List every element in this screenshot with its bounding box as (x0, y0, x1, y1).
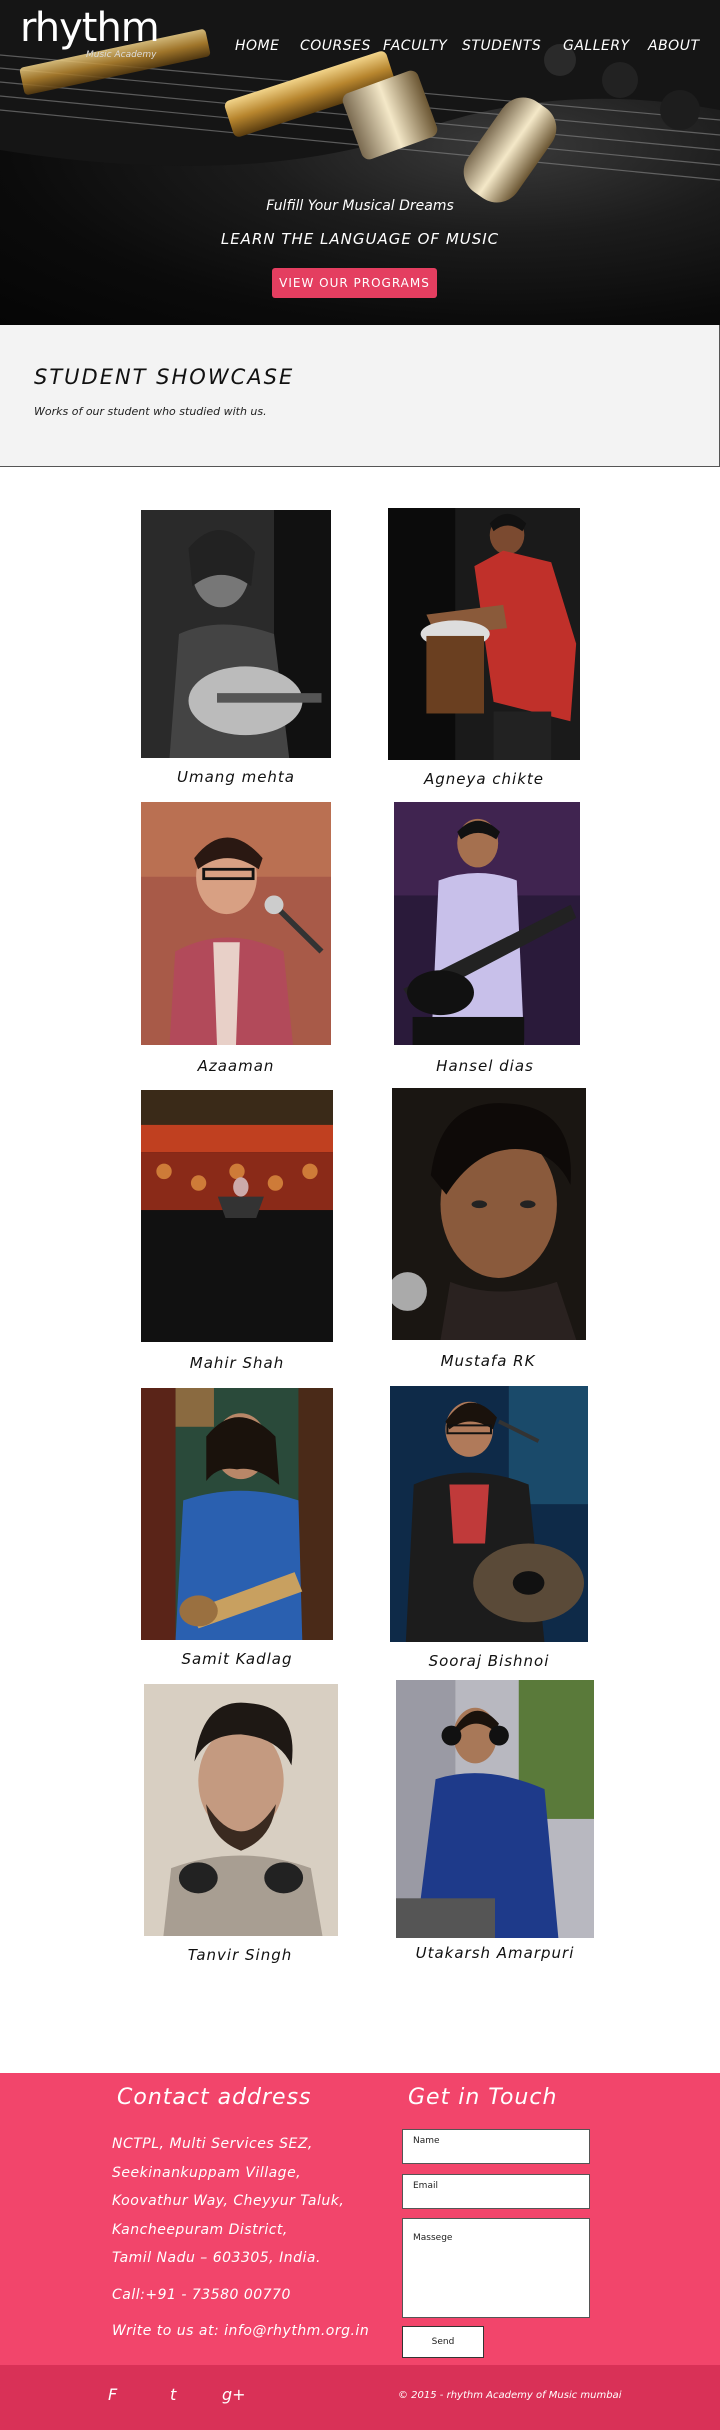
hero-subtitle: LEARN THE LANGUAGE OF MUSIC (220, 230, 500, 248)
student-photo (388, 508, 580, 760)
google-plus-icon[interactable]: g+ (222, 2385, 246, 2404)
contact-email[interactable]: Write to us at: info@rhythm.org.in (112, 2323, 369, 2339)
message-field[interactable]: Massege (402, 2218, 590, 2318)
address-line: Seekinankuppam Village, (112, 2165, 302, 2181)
student-name: Utakarsh Amarpuri (415, 1944, 575, 1962)
view-programs-button[interactable]: VIEW OUR PROGRAMS (272, 268, 437, 298)
main-nav: HOME COURSES FACULTY STUDENTS GALLERY AB… (0, 38, 720, 58)
contact-title: Contact address (117, 2085, 312, 2110)
student-photo (141, 510, 331, 758)
twitter-icon[interactable]: t (170, 2385, 176, 2404)
address-line: NCTPL, Multi Services SEZ, (112, 2136, 313, 2152)
student-card[interactable]: Agneya chikte (386, 508, 582, 798)
copyright: © 2015 - rhythm Academy of Music mumbai (398, 2390, 622, 2401)
hero-tagline: Fulfill Your Musical Dreams (266, 198, 454, 214)
student-name: Mahir Shah (189, 1354, 285, 1372)
student-name: Samit Kadlag (181, 1650, 293, 1668)
phone-number[interactable]: Call:+91 - 73580 00770 (112, 2287, 291, 2303)
student-card[interactable]: Samit Kadlag (140, 1388, 334, 1678)
nav-courses[interactable]: COURSES (300, 38, 371, 54)
student-card[interactable]: Tanvir Singh (142, 1682, 338, 1972)
student-name: Agneya chikte (423, 770, 545, 788)
student-name: Sooraj Bishnoi (428, 1652, 550, 1670)
student-card[interactable]: Mahir Shah (140, 1090, 334, 1380)
email-field[interactable]: Email (402, 2174, 590, 2209)
student-card[interactable]: Mustafa RK (390, 1088, 586, 1380)
student-card[interactable]: Sooraj Bishnoi (388, 1386, 590, 1678)
student-photo (144, 1684, 338, 1936)
nav-students[interactable]: STUDENTS (462, 38, 541, 54)
section-description: Works of our student who studied with us… (34, 405, 267, 418)
facebook-icon[interactable]: F (108, 2385, 117, 2404)
student-photo (141, 802, 331, 1045)
student-name: Mustafa RK (440, 1352, 536, 1370)
nav-gallery[interactable]: GALLERY (563, 38, 630, 54)
send-button[interactable]: Send (402, 2326, 484, 2358)
student-photo (141, 1090, 333, 1342)
address-line: Koovathur Way, Cheyyur Taluk, (112, 2193, 345, 2209)
student-card[interactable]: Hansel dias (390, 800, 580, 1082)
nav-faculty[interactable]: FACULTY (383, 38, 447, 54)
student-name: Umang mehta (177, 768, 295, 786)
address-line: Kancheepuram District, (112, 2222, 288, 2238)
showcase-header: STUDENT SHOWCASE Works of our student wh… (0, 325, 720, 467)
student-name: Tanvir Singh (187, 1946, 293, 1964)
student-card[interactable]: Utakarsh Amarpuri (394, 1680, 596, 1972)
student-photo (396, 1680, 594, 1938)
hero-banner: rhythm Music Academy HOME COURSES FACULT… (0, 0, 720, 325)
address-line: Tamil Nadu – 603305, India. (112, 2250, 321, 2266)
get-in-touch-title: Get in Touch (408, 2085, 558, 2110)
section-title: STUDENT SHOWCASE (34, 365, 295, 389)
name-field[interactable]: Name (402, 2129, 590, 2164)
student-name: Hansel dias (436, 1057, 534, 1075)
student-photo (392, 1088, 586, 1340)
student-name: Azaaman (197, 1057, 275, 1075)
student-photo (141, 1388, 333, 1640)
student-card[interactable]: Umang mehta (140, 508, 332, 798)
student-photo (394, 802, 580, 1045)
nav-home[interactable]: HOME (235, 38, 279, 54)
footer (0, 2073, 720, 2365)
student-card[interactable]: Azaaman (140, 800, 332, 1082)
student-photo (390, 1386, 588, 1642)
nav-about[interactable]: ABOUT (648, 38, 700, 54)
